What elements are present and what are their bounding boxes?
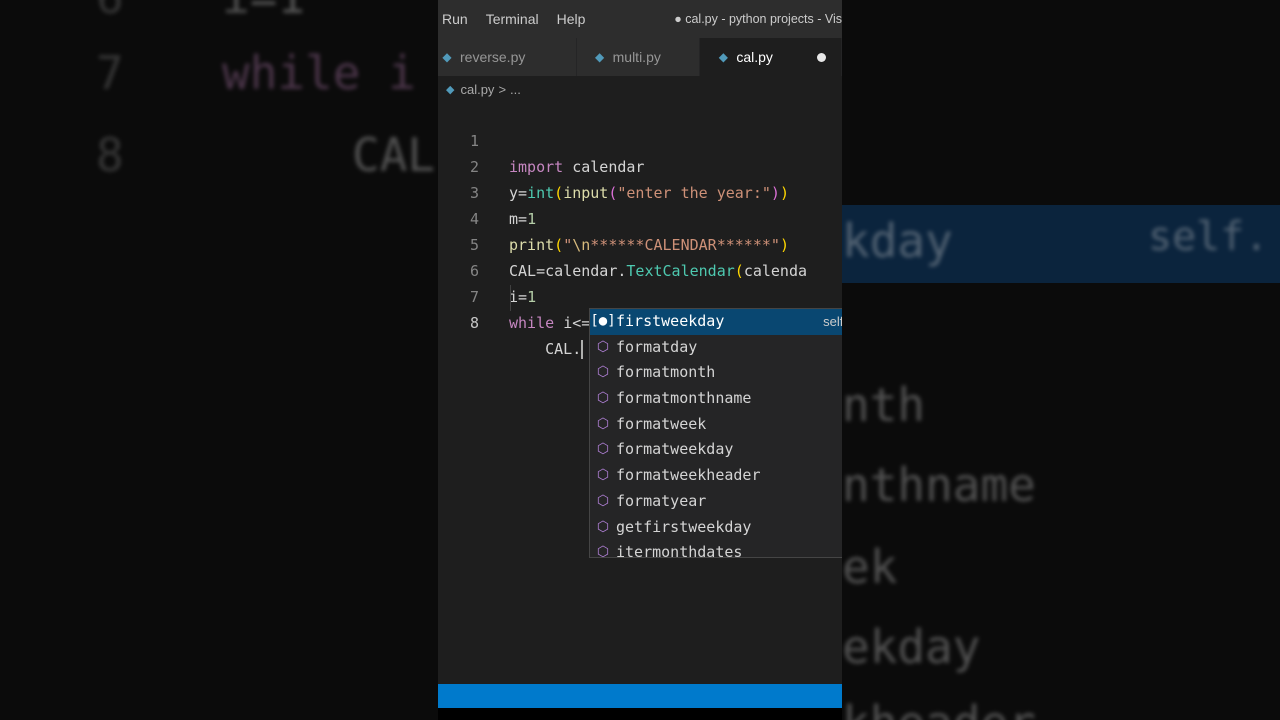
suggestion-label: formatweek xyxy=(616,414,707,433)
method-icon: ⬡ xyxy=(596,338,610,355)
tab-multi-py[interactable]: ◆ multi.py xyxy=(576,38,701,76)
code-line: 3 m=1 xyxy=(438,154,842,228)
method-icon: ⬡ xyxy=(596,518,610,535)
suggestion-detail: self. xyxy=(823,314,842,329)
line-number: 8 xyxy=(469,314,479,332)
bg-code: i=1 xyxy=(222,0,305,24)
bg-suggestion: kheader xyxy=(842,696,1036,720)
tab-label: reverse.py xyxy=(460,49,526,65)
code-line-current: 8 CAL. xyxy=(438,284,842,359)
suggestion-label: formatmonth xyxy=(616,363,716,382)
bg-line-number: 6 xyxy=(96,0,124,24)
python-file-icon: ◆ xyxy=(595,50,605,64)
python-file-icon: ◆ xyxy=(446,83,455,96)
python-file-icon: ◆ xyxy=(718,50,728,64)
code-line: 1 import calendar xyxy=(438,102,842,176)
suggestion-label: itermonthdates xyxy=(616,543,743,558)
code-line: 7 while i<=12: xyxy=(438,258,842,332)
vscode-window: Run Terminal Help ● cal.py - python proj… xyxy=(438,0,842,720)
suggestion-item[interactable]: ⬡ formatweekheader xyxy=(590,463,842,489)
bg-code: while i xyxy=(222,46,416,100)
code-line: 2 y=int(input("enter the year:")) xyxy=(438,128,842,202)
suggestion-item[interactable]: ⬡ formatweekday xyxy=(590,437,842,463)
method-icon: ⬡ xyxy=(596,492,610,509)
tab-label: cal.py xyxy=(736,49,773,65)
bottom-strip xyxy=(438,708,842,720)
field-icon: [●] xyxy=(590,313,616,329)
breadcrumb-file[interactable]: cal.py xyxy=(460,82,494,97)
bg-suggestion: nthname xyxy=(842,458,1036,512)
code-line: 6 i=1 xyxy=(438,232,842,306)
code-line: 4 print("\n******CALENDAR******") xyxy=(438,180,842,254)
method-icon: ⬡ xyxy=(596,364,610,381)
suggestion-label: formatweekday xyxy=(616,440,734,459)
suggestion-item[interactable]: ⬡ formatmonth xyxy=(590,360,842,386)
suggestion-label: formatmonthname xyxy=(616,389,752,408)
method-icon: ⬡ xyxy=(596,467,610,484)
suggestion-item[interactable]: ⬡ getfirstweekday xyxy=(590,515,842,541)
menu-run[interactable]: Run xyxy=(438,11,474,27)
suggestion-widget: [●] firstweekday self. ⬡ formatday ⬡ for… xyxy=(589,308,842,558)
bg-suggestion: nth xyxy=(842,378,926,432)
menu-bar: Run Terminal Help ● cal.py - python proj… xyxy=(438,0,842,38)
unsaved-dot-icon[interactable] xyxy=(816,52,826,62)
code-line: 5 CAL=calendar.TextCalendar(calenda xyxy=(438,206,842,280)
suggestion-item[interactable]: ⬡ formatyear xyxy=(590,489,842,515)
bg-line-number: 8 xyxy=(96,128,124,182)
suggestion-item[interactable]: ⬡ itermonthdates xyxy=(590,540,842,558)
bg-line-number: 7 xyxy=(96,46,124,100)
suggestion-label: getfirstweekday xyxy=(616,517,752,536)
breadcrumb: ◆ cal.py > ... xyxy=(438,78,521,100)
status-bar xyxy=(438,684,842,708)
menu-terminal[interactable]: Terminal xyxy=(482,11,545,27)
suggestion-item[interactable]: ⬡ formatweek xyxy=(590,412,842,438)
suggestion-label: formatweekheader xyxy=(616,466,761,485)
tab-cal-py[interactable]: ◆ cal.py xyxy=(700,38,842,76)
method-icon: ⬡ xyxy=(596,415,610,432)
bg-suggestion: kday xyxy=(842,214,953,268)
suggestion-item[interactable]: [●] firstweekday self. xyxy=(590,309,842,335)
bg-suggestion: ek xyxy=(842,540,898,594)
suggestion-label: formatday xyxy=(616,337,698,356)
window-title: ● cal.py - python projects - Vis xyxy=(674,12,842,26)
line-code: CAL. xyxy=(509,340,584,359)
python-file-icon: ◆ xyxy=(442,50,452,64)
suggestion-item[interactable]: ⬡ formatday xyxy=(590,335,842,361)
bg-suggestion: ekday xyxy=(842,620,981,674)
chevron-right-icon: > xyxy=(498,81,507,97)
tab-reverse-py[interactable]: ◆ reverse.py xyxy=(438,38,577,76)
text-cursor xyxy=(581,340,584,359)
suggestion-label: formatyear xyxy=(616,491,707,510)
tab-bar: ◆ reverse.py ◆ multi.py ◆ cal.py xyxy=(438,38,842,76)
breadcrumb-more[interactable]: ... xyxy=(510,82,521,97)
method-icon: ⬡ xyxy=(596,544,610,558)
suggestion-item[interactable]: ⬡ formatmonthname xyxy=(590,386,842,412)
method-icon: ⬡ xyxy=(596,390,610,407)
bg-code: CAL xyxy=(352,128,436,182)
tab-label: multi.py xyxy=(612,49,661,65)
bg-suggestion: self. xyxy=(1148,214,1269,260)
method-icon: ⬡ xyxy=(596,441,610,458)
menu-help[interactable]: Help xyxy=(553,11,592,27)
suggestion-label: firstweekday xyxy=(616,312,725,330)
